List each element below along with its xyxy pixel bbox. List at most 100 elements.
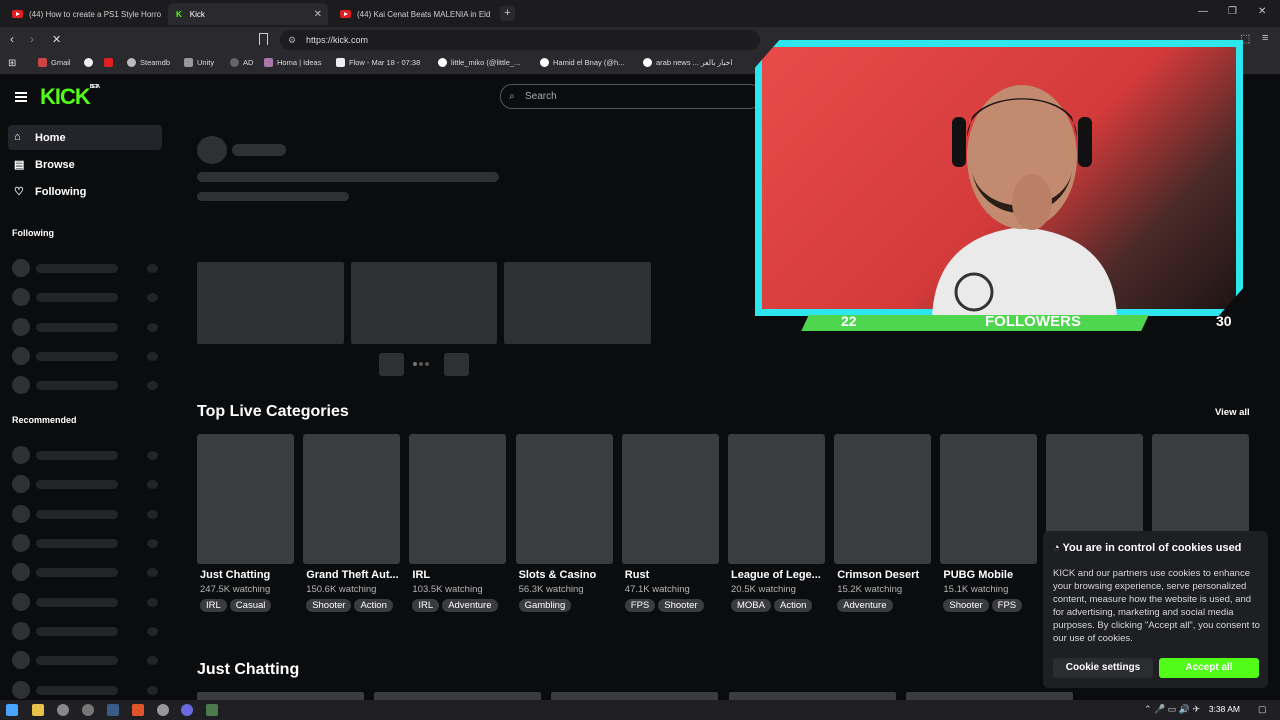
category-title: Crimson Desert: [837, 569, 920, 581]
category-tags: Shooter FPS: [943, 599, 1037, 612]
category-card[interactable]: Just Chatting 247.5K watching IRL Casual: [197, 434, 294, 612]
skeleton-dot: [147, 480, 158, 489]
category-tag[interactable]: Shooter: [658, 599, 704, 612]
category-tag[interactable]: Gambling: [518, 599, 572, 612]
skeleton-dot: [147, 323, 158, 332]
nav-home[interactable]: ⌂ Home: [8, 125, 162, 150]
skeleton-avatar: [12, 593, 30, 611]
skeleton-avatar: [12, 259, 30, 277]
category-tag[interactable]: IRL: [412, 599, 440, 612]
brave-icon[interactable]: [132, 704, 144, 716]
skeleton-line: [36, 480, 118, 489]
category-card[interactable]: Slots & Casino 56.3K watching Gambling: [515, 434, 613, 612]
tab-kick[interactable]: K Kick ✕: [168, 3, 328, 25]
cookie-settings-button[interactable]: Cookie settings: [1053, 658, 1153, 678]
category-card[interactable]: Rust 47.1K watching FPS Shooter: [621, 434, 719, 612]
hamburger-menu-icon[interactable]: [15, 92, 27, 94]
bookmark-tiktok-1[interactable]: little_miko (@little_...: [438, 58, 520, 67]
category-tag[interactable]: Shooter: [306, 599, 352, 612]
windows-start-icon[interactable]: [6, 704, 18, 716]
back-icon[interactable]: ‹: [10, 32, 14, 46]
bookmark-flow[interactable]: Flow - Mar 18 - 07:38: [336, 58, 420, 67]
browse-icon: ▤: [14, 159, 25, 171]
logo-text: KICK: [40, 84, 91, 109]
apps-icon[interactable]: ⊞: [8, 58, 16, 69]
cookie-body: KICK and our partners use cookies to enh…: [1053, 568, 1260, 644]
nav-browse[interactable]: ▤ Browse: [8, 152, 162, 177]
bookmark-steamdb[interactable]: Steamdb: [127, 58, 170, 67]
nav-following[interactable]: ♡ Following: [8, 179, 162, 204]
category-card[interactable]: Grand Theft Aut... 150.6K watching Shoot…: [303, 434, 401, 612]
carousel-dots[interactable]: [413, 362, 417, 366]
tiktok-icon: [643, 58, 652, 67]
webcam-overlay: 22 FOLLOWERS 30: [755, 40, 1243, 352]
category-tag[interactable]: Adventure: [442, 599, 498, 612]
steam-icon[interactable]: [107, 704, 119, 716]
skeleton-line: [36, 451, 118, 460]
bookmark-ad[interactable]: AD: [230, 58, 253, 67]
tab-1[interactable]: (44) How to create a PS1 Style Horro: [4, 3, 164, 25]
url-input[interactable]: ⚙ https://kick.com: [280, 30, 760, 50]
category-tag[interactable]: Adventure: [837, 599, 893, 612]
category-tag[interactable]: IRL: [200, 599, 227, 612]
accept-all-button[interactable]: Accept all: [1159, 658, 1259, 678]
minimize-icon[interactable]: —: [1198, 6, 1208, 17]
skeleton-dot: [147, 293, 158, 302]
skeleton-dot: [147, 656, 158, 665]
skeleton-avatar: [12, 376, 30, 394]
category-tag[interactable]: FPS: [991, 599, 1023, 612]
category-card[interactable]: IRL 103.5K watching IRL Adventure: [409, 434, 507, 612]
bookmark-homa[interactable]: Homa | Ideas: [264, 58, 321, 67]
file-explorer-icon[interactable]: [32, 704, 44, 716]
restore-icon[interactable]: ❐: [1228, 6, 1237, 17]
category-tag[interactable]: Shooter: [943, 599, 989, 612]
cookie-title-text: You are in control of cookies used: [1062, 542, 1242, 554]
bookmark-tiktok-2[interactable]: Hamid el Bnay (@h...: [540, 58, 624, 67]
category-viewers: 20.5K watching: [731, 584, 796, 595]
category-thumbnail: [409, 434, 507, 564]
menu-icon[interactable]: ≡: [1262, 32, 1268, 44]
category-tags: Gambling: [518, 599, 613, 612]
kick-logo[interactable]: KICKBETA: [40, 84, 100, 110]
bookmark-google[interactable]: [84, 58, 97, 67]
skeleton-line: [197, 192, 349, 201]
site-info-icon[interactable]: ⚙: [288, 30, 296, 50]
skeleton-avatar: [197, 136, 227, 164]
app-icon[interactable]: [206, 704, 218, 716]
category-tag[interactable]: Casual: [229, 599, 272, 612]
carousel-prev-button[interactable]: [379, 353, 404, 376]
tray-icons[interactable]: ⌃ 🎤 ▭ 🔊 ✈: [1144, 704, 1200, 715]
bookmark-youtube[interactable]: [104, 58, 117, 67]
category-card[interactable]: Crimson Desert 15.2K watching Adventure: [834, 434, 932, 612]
category-tag[interactable]: MOBA: [731, 599, 771, 612]
forward-icon[interactable]: ›: [30, 32, 34, 46]
view-all-link[interactable]: View all: [1215, 407, 1250, 418]
close-tab-icon[interactable]: ✕: [314, 9, 322, 20]
carousel-next-button[interactable]: [444, 353, 469, 376]
bookmark-label: Homa | Ideas: [277, 58, 322, 67]
app-icon[interactable]: [157, 704, 169, 716]
category-tag[interactable]: Action: [773, 599, 813, 612]
app-icon[interactable]: [57, 704, 69, 716]
stop-icon[interactable]: ✕: [52, 33, 61, 46]
close-window-icon[interactable]: ✕: [1258, 6, 1266, 17]
bookmark-gmail[interactable]: Gmail: [38, 58, 71, 67]
category-card[interactable]: PUBG Mobile 15.1K watching Shooter FPS: [940, 434, 1038, 612]
category-thumbnail: [728, 434, 825, 564]
search-input[interactable]: ⌕ Search: [500, 84, 762, 109]
app-icon[interactable]: [82, 704, 94, 716]
category-card[interactable]: League of Lege... 20.5K watching MOBA Act…: [728, 434, 825, 612]
tab-3[interactable]: (44) Kai Cenat Beats MALENIA in Eld: [332, 3, 492, 25]
new-tab-button[interactable]: +: [500, 6, 515, 21]
bookmark-label: Steamdb: [140, 58, 171, 67]
bookmark-unity[interactable]: Unity: [184, 58, 214, 67]
bookmark-tiktok-3[interactable]: arab news ... اخبار بالعر: [643, 58, 732, 67]
category-tag[interactable]: FPS: [624, 599, 656, 612]
discord-icon[interactable]: [181, 704, 193, 716]
bookmark-label: Hamid el Bnay (@h...: [553, 58, 625, 67]
cookie-title: ◔ You are in control of cookies used: [1053, 542, 1241, 554]
category-tag[interactable]: Action: [354, 599, 393, 612]
bookmark-icon[interactable]: [259, 33, 268, 45]
notification-icon[interactable]: ▢: [1258, 704, 1267, 715]
skeleton-dot: [147, 352, 158, 361]
